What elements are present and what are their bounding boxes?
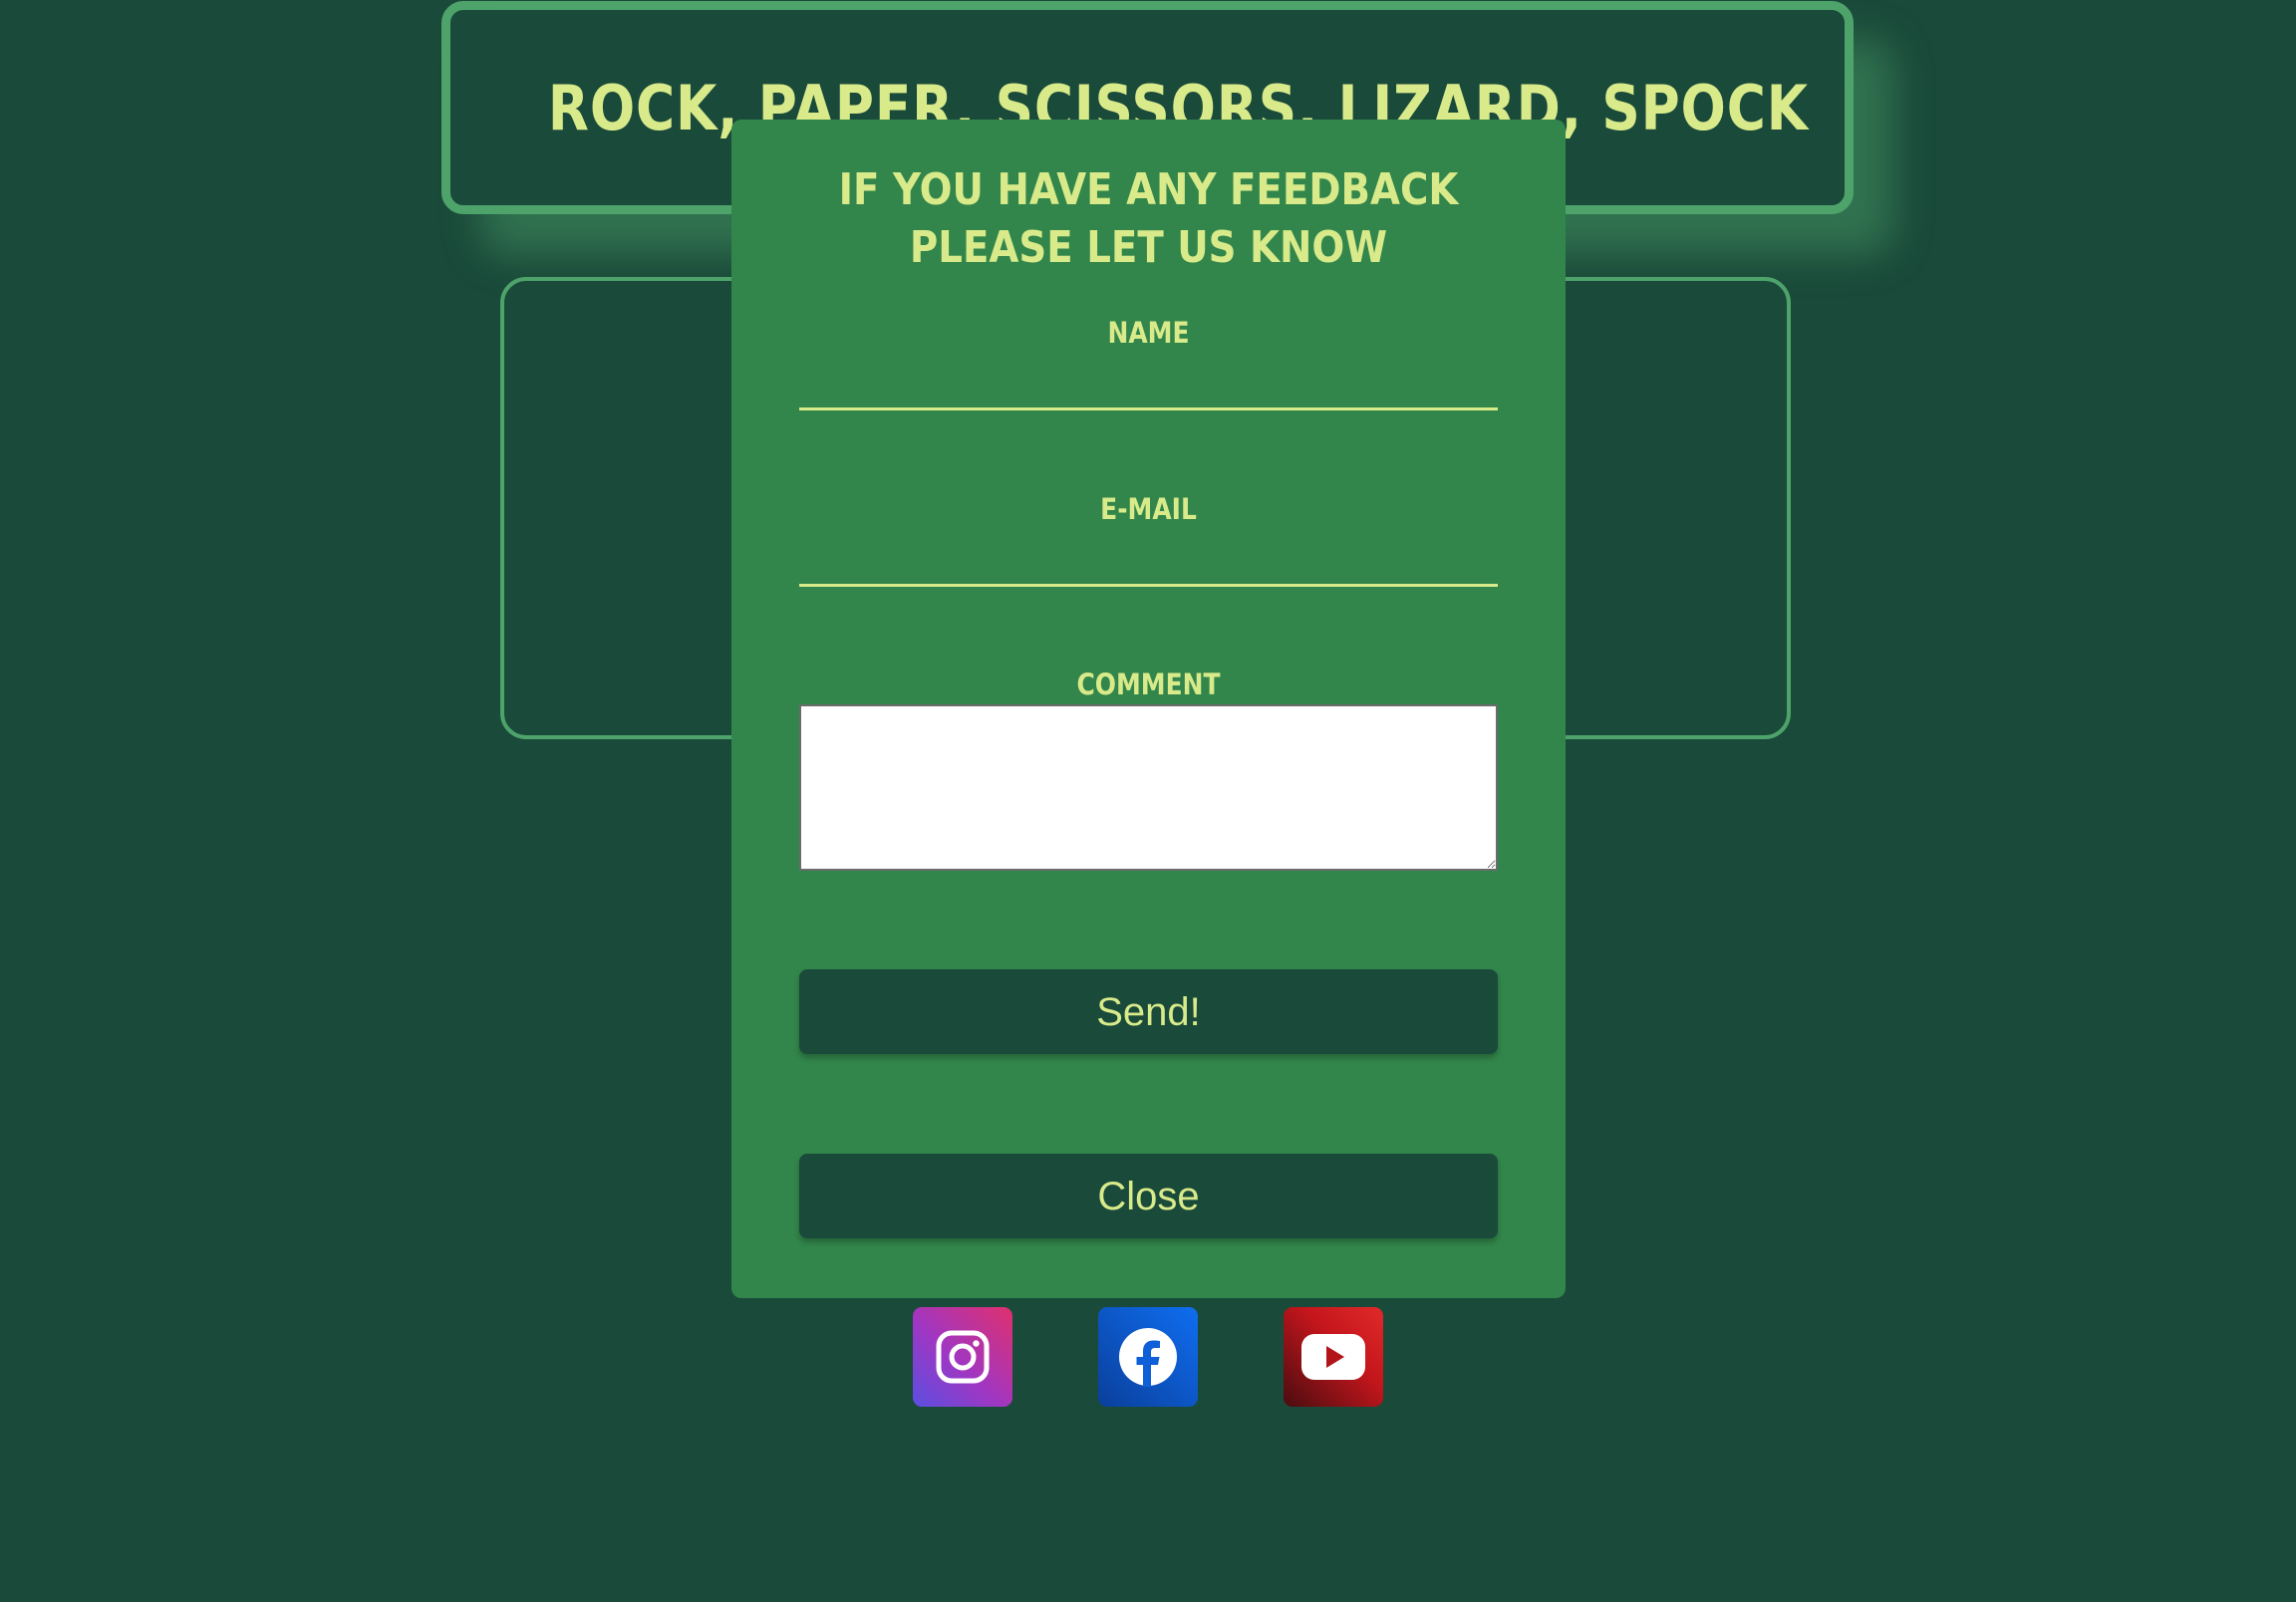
facebook-link[interactable] [1098, 1307, 1198, 1407]
instagram-icon [936, 1330, 990, 1384]
instagram-link[interactable] [913, 1307, 1012, 1407]
facebook-icon [1119, 1328, 1177, 1387]
email-field[interactable] [799, 537, 1498, 587]
name-field[interactable] [799, 361, 1498, 410]
youtube-icon [1301, 1334, 1365, 1380]
comment-label: COMMENT [1076, 668, 1221, 701]
close-button[interactable]: Close [799, 1154, 1498, 1238]
feedback-modal: IF YOU HAVE ANY FEEDBACK PLEASE LET US K… [731, 120, 1566, 1298]
feedback-heading: IF YOU HAVE ANY FEEDBACK PLEASE LET US K… [838, 164, 1459, 273]
send-button[interactable]: Send! [799, 969, 1498, 1054]
name-label: NAME [1107, 316, 1190, 350]
email-label: E-MAIL [1100, 492, 1197, 526]
comment-textarea[interactable] [799, 704, 1498, 871]
youtube-link[interactable] [1284, 1307, 1383, 1407]
